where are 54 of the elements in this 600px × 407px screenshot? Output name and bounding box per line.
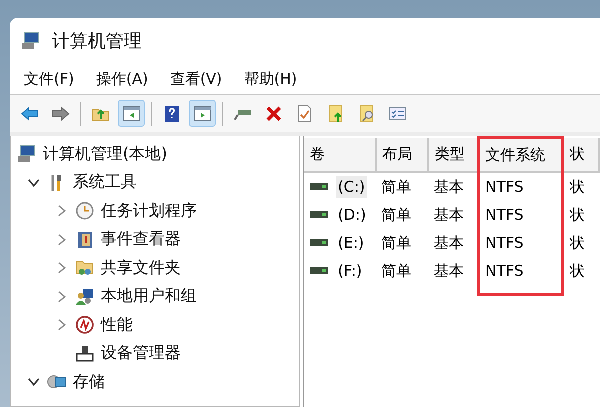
table-cell: 简单 xyxy=(376,172,428,201)
table-cell-text: 简单 xyxy=(380,232,413,254)
table-cell: NTFS xyxy=(478,201,563,229)
table-cell-text: 简单 xyxy=(380,204,413,226)
computer-icon xyxy=(17,144,37,164)
table-cell-text: 简单 xyxy=(380,260,413,282)
table-cell: NTFS xyxy=(478,172,563,201)
drive-icon xyxy=(310,211,328,219)
tree-item[interactable]: 任务计划程序 xyxy=(101,200,197,222)
table-cell: 基本 xyxy=(428,229,478,257)
table-cell[interactable]: (C:) xyxy=(336,176,368,198)
menu-item[interactable]: 查看(V) xyxy=(170,70,222,88)
drive-icon xyxy=(310,267,328,275)
menu-item[interactable]: 文件(F) xyxy=(24,70,74,88)
gauge-icon xyxy=(75,315,95,336)
table-cell[interactable]: (D:) xyxy=(336,204,368,226)
device-icon xyxy=(75,344,95,364)
clock-icon xyxy=(75,201,95,222)
table-cell: 状 xyxy=(562,172,599,201)
tree-item[interactable]: 共享文件夹 xyxy=(101,258,181,279)
table-cell: 基本 xyxy=(428,172,478,201)
column-header[interactable]: 状 xyxy=(562,138,599,172)
table-cell: 状 xyxy=(562,201,599,229)
tree-item[interactable]: 系统工具 xyxy=(73,172,137,194)
tree-item[interactable]: 存储 xyxy=(73,372,105,393)
column-header[interactable]: 卷 xyxy=(304,138,376,172)
column-header[interactable]: 文件系统 xyxy=(478,138,563,172)
tree-item[interactable]: 性能 xyxy=(101,314,133,336)
drive-icon xyxy=(310,239,328,247)
column-header[interactable]: 类型 xyxy=(428,138,478,172)
table-cell: 状 xyxy=(562,257,599,285)
window-title: 计算机管理 xyxy=(52,30,142,53)
computer-icon xyxy=(20,31,42,51)
toolbar-button[interactable] xyxy=(118,100,145,127)
toolbar-button[interactable] xyxy=(189,100,216,127)
menu-item[interactable]: 操作(A) xyxy=(96,70,148,88)
tree-item[interactable]: 设备管理器 xyxy=(101,343,181,364)
table-cell[interactable]: (F:) xyxy=(336,260,364,282)
tree-item[interactable]: 计算机管理(本地) xyxy=(43,144,168,165)
event-log-icon xyxy=(75,230,95,250)
menu-item[interactable]: 帮助(H) xyxy=(244,70,298,88)
column-header[interactable]: 布局 xyxy=(376,138,428,172)
table-cell[interactable]: (E:) xyxy=(336,232,366,254)
table-cell: NTFS xyxy=(478,257,563,285)
table-cell: 基本 xyxy=(428,201,478,229)
tree-item[interactable]: 事件查看器 xyxy=(101,229,181,250)
pane-left-icon xyxy=(122,104,142,124)
table-cell: 基本 xyxy=(428,257,478,285)
pane-right-icon xyxy=(192,104,212,124)
table-cell: 状 xyxy=(562,229,599,257)
users-icon xyxy=(75,286,95,307)
drive-icon xyxy=(310,183,328,191)
table-cell: NTFS xyxy=(478,229,563,257)
tree-item[interactable]: 本地用户和组 xyxy=(101,286,197,308)
